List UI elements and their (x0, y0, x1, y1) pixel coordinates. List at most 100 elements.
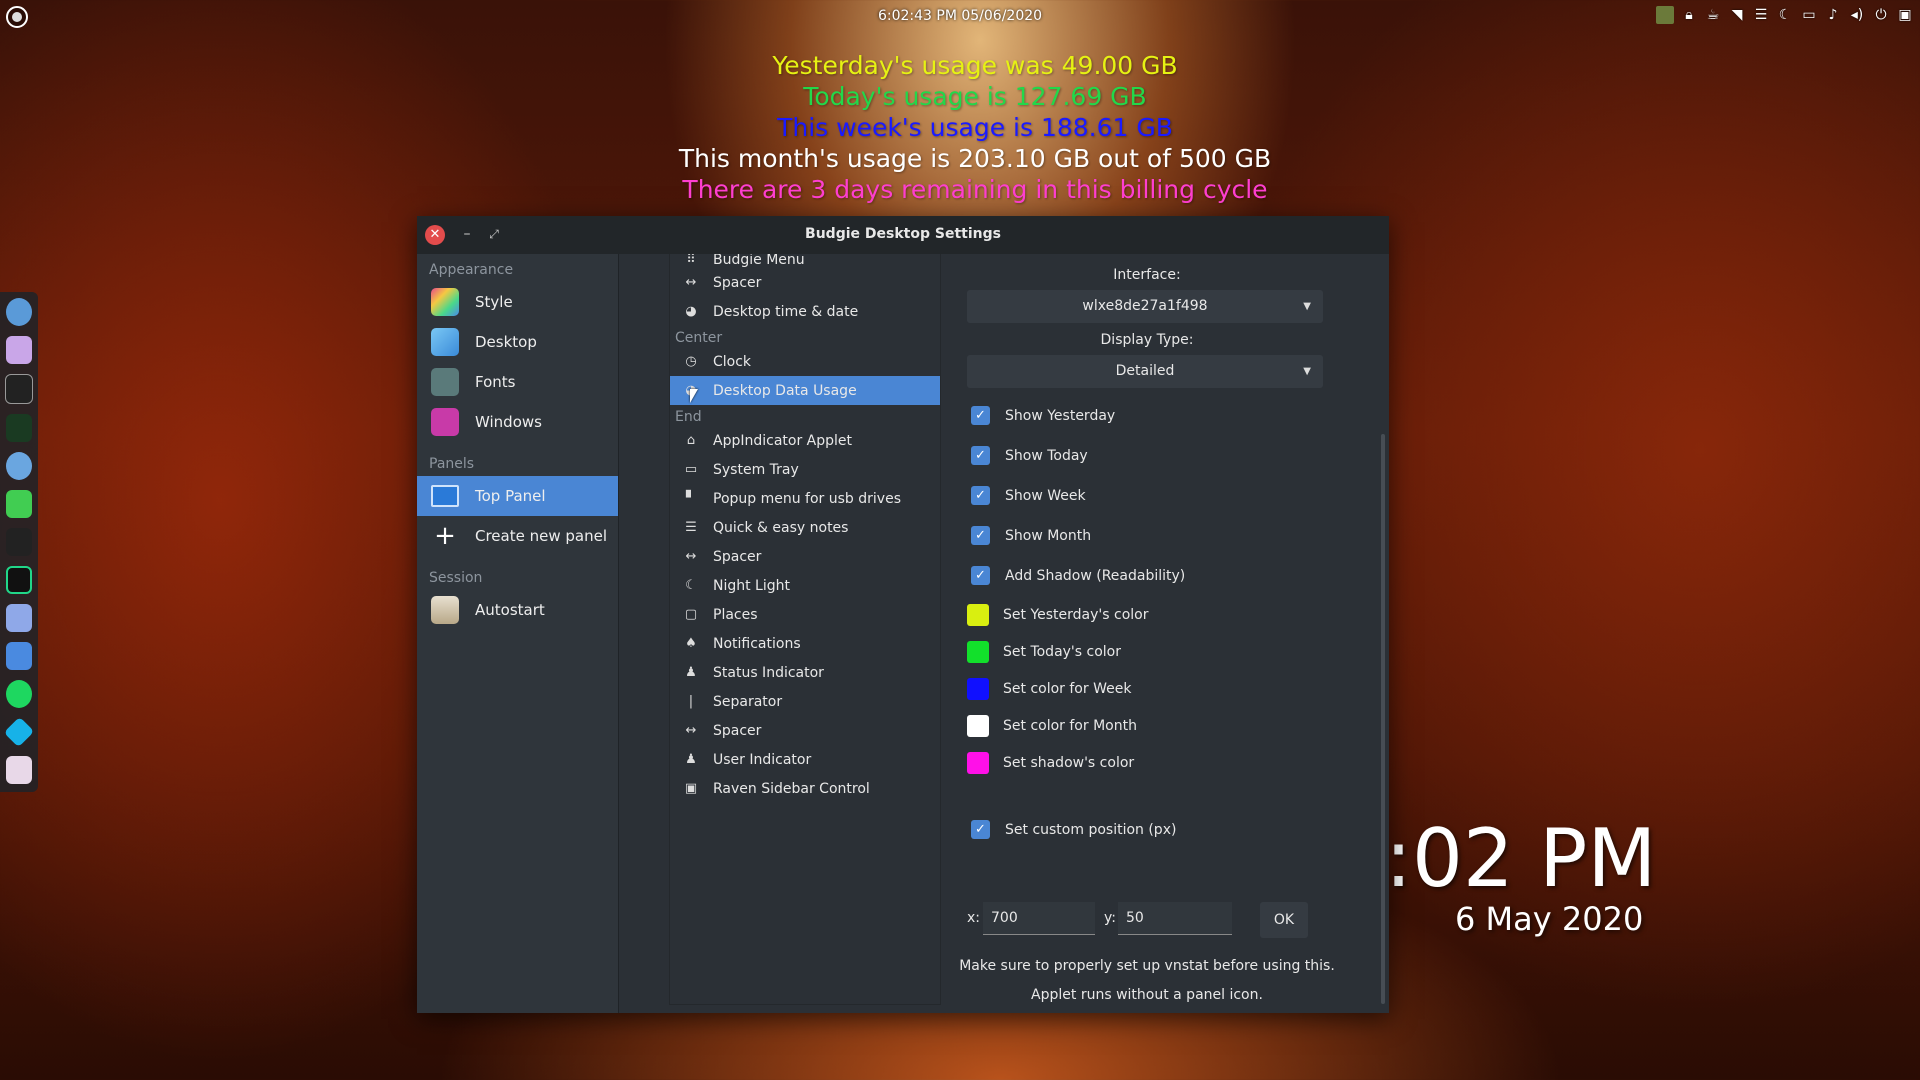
sidebar-item-top-panel[interactable]: Top Panel (417, 476, 618, 516)
user-icon: ♟ (685, 665, 697, 680)
show-week-checkbox[interactable]: ✓ Show Week (971, 486, 1086, 505)
spacer-icon: ↔ (685, 275, 697, 290)
desktop-icon (431, 328, 459, 356)
spacer-icon: ↔ (685, 723, 697, 738)
list-item[interactable]: ▭ System Tray (670, 455, 940, 484)
list-item[interactable]: ▘ Popup menu for usb drives (670, 484, 940, 513)
kodi-icon[interactable] (3, 716, 35, 748)
text-editor-icon[interactable] (6, 604, 32, 632)
notes-icon: ☰ (685, 520, 697, 535)
y-label: y: (1104, 910, 1116, 926)
autostart-icon (431, 596, 459, 624)
display-type-combo[interactable]: Detailed ▼ (967, 355, 1323, 388)
list-item-label: Separator (713, 693, 783, 710)
list-item-label: Budgie Menu (713, 254, 805, 268)
spacer-icon: ↔ (685, 549, 697, 564)
spotify-icon[interactable] (6, 680, 32, 708)
topbar-clock[interactable]: 6:02:43 PM 05/06/2020 (0, 8, 1920, 24)
color-swatch (967, 604, 989, 626)
add-shadow-checkbox[interactable]: ✓ Add Shadow (Readability) (971, 566, 1185, 585)
list-item-selected[interactable]: ◕ Desktop Data Usage (670, 376, 940, 405)
list-item[interactable]: ♟ User Indicator (670, 745, 940, 774)
sidebar-item-label: Style (475, 293, 513, 311)
sidebar-item-autostart[interactable]: Autostart (417, 590, 618, 630)
rhythmbox-icon[interactable] (6, 452, 32, 480)
terminal-icon[interactable] (6, 528, 32, 556)
shadow-color-button[interactable]: Set shadow's color (967, 752, 1134, 774)
list-item[interactable]: ↔ Spacer (670, 542, 940, 571)
system-tray: 🔒︎ ☕︎ ◥ ☰ ☾ ▭ ♪ ◂) ⏻ ▣ (1656, 6, 1914, 24)
y-position-input[interactable]: 50 (1118, 902, 1232, 935)
custom-position-checkbox[interactable]: ✓ Set custom position (px) (971, 820, 1176, 839)
raven-icon[interactable]: ▣ (1896, 6, 1914, 24)
show-today-checkbox[interactable]: ✓ Show Today (971, 446, 1088, 465)
list-item[interactable]: ◷ Clock (670, 347, 940, 376)
list-item[interactable]: ↔ Spacer (670, 716, 940, 745)
list-item[interactable]: | Separator (670, 687, 940, 716)
settings-toggle-icon[interactable] (6, 756, 32, 784)
usage-remaining: There are 3 days remaining in this billi… (682, 175, 1268, 204)
sidebar-item-create-panel[interactable]: + Create new panel (417, 516, 618, 556)
session-header: Session (429, 570, 483, 586)
power-icon[interactable]: ⏻ (1872, 6, 1890, 24)
list-item[interactable]: ▣ Raven Sidebar Control (670, 774, 940, 803)
week-color-button[interactable]: Set color for Week (967, 678, 1131, 700)
list-item[interactable]: ↔ Spacer (670, 268, 940, 297)
list-item[interactable]: ☰ Quick & easy notes (670, 513, 940, 542)
plus-icon: + (434, 521, 456, 551)
wifi-icon[interactable]: ◥ (1728, 6, 1746, 24)
cup-icon[interactable]: ☕︎ (1704, 6, 1722, 24)
lock-icon[interactable]: 🔒︎ (1680, 6, 1698, 24)
system-monitor-icon[interactable] (6, 414, 32, 442)
list-item[interactable]: ◕ Desktop time & date (670, 297, 940, 326)
places-icon[interactable]: ▭ (1800, 6, 1818, 24)
dropdown-arrow-icon: ▼ (1303, 301, 1311, 312)
sidebar-item-fonts[interactable]: Fonts (417, 362, 618, 402)
sidebar-item-desktop[interactable]: Desktop (417, 322, 618, 362)
bell-icon[interactable]: ♪ (1824, 6, 1842, 24)
chromium-icon[interactable] (6, 298, 32, 326)
title-bar[interactable]: ✕ – ⤢ Budgie Desktop Settings (417, 216, 1389, 254)
interface-value: wlxe8de27a1f498 (1082, 298, 1208, 314)
list-item[interactable]: ▢ Places (670, 600, 940, 629)
panels-header: Panels (429, 456, 475, 472)
ok-button[interactable]: OK (1260, 902, 1308, 938)
appearance-header: Appearance (429, 262, 514, 278)
x-position-input[interactable]: 700 (983, 902, 1095, 935)
show-yesterday-checkbox[interactable]: ✓ Show Yesterday (971, 406, 1115, 425)
sidebar-item-windows[interactable]: Windows (417, 402, 618, 442)
qt-creator-icon[interactable] (6, 490, 32, 518)
interface-combo[interactable]: wlxe8de27a1f498 ▼ (967, 290, 1323, 323)
data-usage-overlay: Yesterday's usage was 49.00 GB Today's u… (0, 50, 1920, 205)
list-item[interactable]: ☾ Night Light (670, 571, 940, 600)
sidebar-item-style[interactable]: Style (417, 282, 618, 322)
music-icon[interactable] (5, 374, 33, 404)
notes-icon[interactable]: ☰ (1752, 6, 1770, 24)
month-color-button[interactable]: Set color for Month (967, 715, 1137, 737)
folder-icon: ▢ (684, 607, 698, 622)
list-item[interactable]: ⌂ AppIndicator Applet (670, 426, 940, 455)
app-indicator-icon[interactable] (1656, 6, 1674, 24)
fonts-icon (431, 368, 459, 396)
list-item[interactable]: ♟ Status Indicator (670, 658, 940, 687)
scrollbar[interactable] (1381, 434, 1385, 1004)
volume-icon[interactable]: ◂) (1848, 6, 1866, 24)
list-item-label: System Tray (713, 461, 799, 478)
show-month-checkbox[interactable]: ✓ Show Month (971, 526, 1091, 545)
moon-icon[interactable]: ☾ (1776, 6, 1794, 24)
yesterday-color-button[interactable]: Set Yesterday's color (967, 604, 1148, 626)
pycharm-icon[interactable] (6, 566, 32, 594)
checkmark-icon: ✓ (971, 820, 990, 839)
list-item[interactable]: ♠ Notifications (670, 629, 940, 658)
moon-icon: ☾ (685, 578, 697, 593)
desktop-clock-time: :02 PM (1385, 812, 1657, 905)
sidebar-item-label: Top Panel (475, 487, 546, 505)
usage-today: Today's usage is 127.69 GB (803, 82, 1147, 111)
applet-note: Applet runs without a panel icon. (1031, 987, 1263, 1003)
today-color-button[interactable]: Set Today's color (967, 641, 1121, 663)
x-label: x: (967, 910, 981, 926)
files-icon[interactable] (6, 336, 32, 364)
checkbox-label: Show Today (1005, 447, 1088, 464)
list-item-label: Desktop Data Usage (713, 382, 857, 399)
screenshot-icon[interactable] (6, 642, 32, 670)
